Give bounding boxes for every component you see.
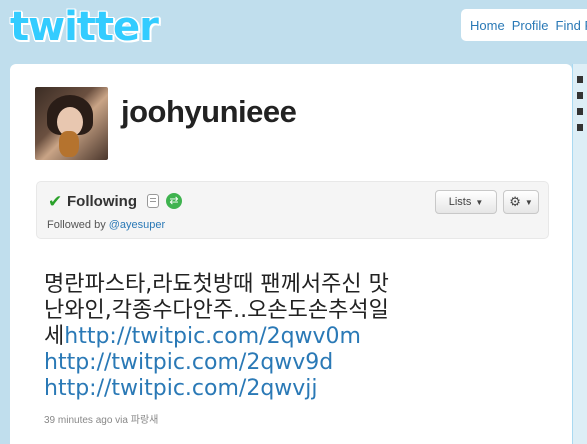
sidebar-glyph xyxy=(577,76,583,83)
tweet-meta: 39 minutes ago via 파랑새 xyxy=(44,411,158,426)
avatar-cookie xyxy=(59,131,79,157)
tweet-text: 명란파스타,라됴첫방때 팬께서주신 맛 난와인,각종수다안주..오손도손추석일 … xyxy=(44,272,514,402)
checkmark-icon: ✔ xyxy=(48,192,63,211)
nav-profile[interactable]: Profile xyxy=(512,18,549,33)
nav-home[interactable]: Home xyxy=(470,18,505,33)
tweet-link[interactable]: http://twitpic.com/2qwv9d xyxy=(44,350,333,375)
followed-by-prefix: Followed by xyxy=(47,219,106,231)
gear-icon: ⚙ xyxy=(509,194,521,209)
lists-button[interactable]: Lists ▼ xyxy=(435,190,497,214)
followed-by: Followed by @ayesuper xyxy=(47,219,165,231)
tweet-line: 난와인,각종수다안주..오손도손추석일 xyxy=(44,298,389,323)
retweet-icon[interactable]: ⇄ xyxy=(166,193,182,209)
device-updates-icon[interactable] xyxy=(147,194,159,208)
sidebar-glyph xyxy=(577,108,583,115)
twitter-logo[interactable]: twitter xyxy=(10,4,159,50)
tweet-link[interactable]: http://twitpic.com/2qwvjj xyxy=(44,376,318,401)
follow-box: ✔ Following ⇄ Followed by @ayesuper List… xyxy=(36,181,549,239)
tweet-link[interactable]: http://twitpic.com/2qwv0m xyxy=(64,324,361,349)
chevron-down-icon: ▼ xyxy=(524,197,533,207)
sidebar-edge xyxy=(572,64,587,444)
nav-find-people[interactable]: Find P xyxy=(556,18,587,33)
settings-menu-button[interactable]: ⚙ ▼ xyxy=(503,190,539,214)
sidebar-glyph xyxy=(577,92,583,99)
top-nav: Home Profile Find P xyxy=(461,9,587,41)
chevron-down-icon: ▼ xyxy=(475,197,484,207)
avatar[interactable] xyxy=(35,87,108,160)
profile-username: joohyunieee xyxy=(121,94,297,129)
tweet-line: 명란파스타,라됴첫방때 팬께서주신 맛 xyxy=(44,272,389,297)
tweet-timestamp[interactable]: 39 minutes ago xyxy=(44,415,112,426)
tweet-source-link[interactable]: 파랑새 xyxy=(131,415,159,426)
following-label[interactable]: Following xyxy=(67,193,137,210)
top-bar: twitter Home Profile Find P xyxy=(0,0,587,64)
tweet-line: 세 xyxy=(44,324,65,349)
sidebar-glyph xyxy=(577,124,583,131)
tweet-line-with-link: 세http://twitpic.com/2qwv0m xyxy=(44,324,514,350)
lists-button-label: Lists xyxy=(448,196,472,208)
via-label: via xyxy=(115,415,128,426)
followed-by-user-link[interactable]: @ayesuper xyxy=(109,219,165,231)
